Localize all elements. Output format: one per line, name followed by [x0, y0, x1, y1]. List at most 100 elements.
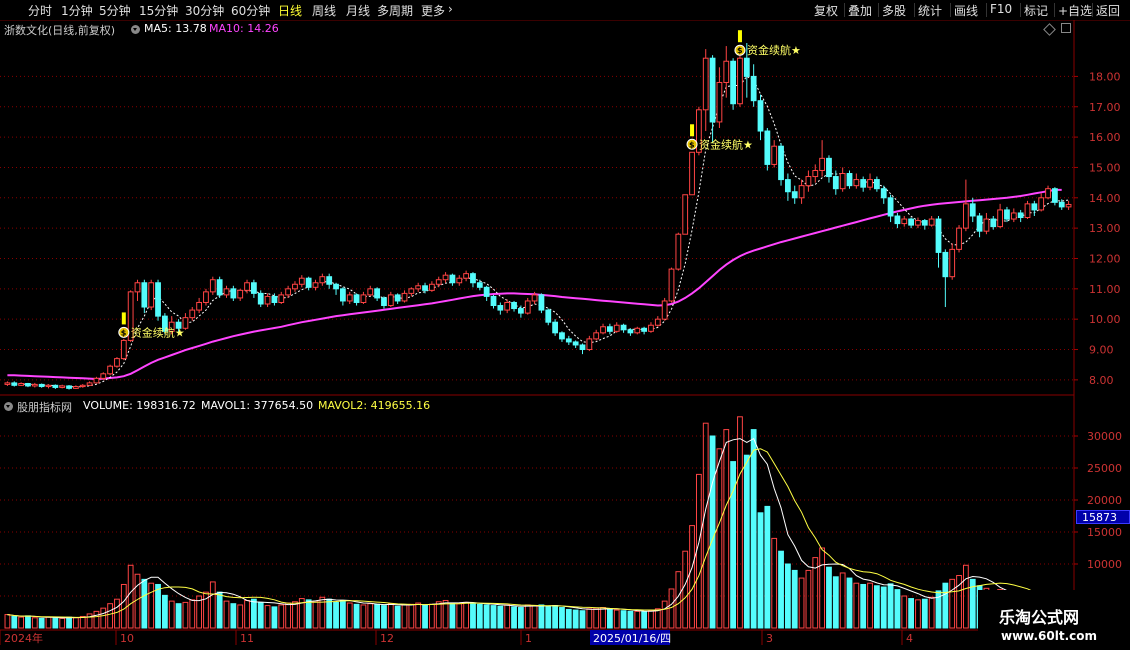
candle-body[interactable]	[798, 185, 805, 199]
candle-body[interactable]	[305, 277, 312, 288]
candle-body[interactable]	[1065, 203, 1072, 208]
candle-body[interactable]	[456, 277, 463, 284]
candle-body[interactable]	[1045, 188, 1051, 199]
candle-body[interactable]	[285, 288, 292, 296]
candle-body[interactable]	[257, 292, 264, 305]
candle-body[interactable]	[894, 215, 901, 225]
candle-body[interactable]	[737, 57, 743, 105]
candle-body[interactable]	[983, 218, 990, 232]
candle-body[interactable]	[956, 227, 962, 250]
candle-body[interactable]	[572, 341, 579, 346]
candle-body[interactable]	[353, 294, 360, 303]
candle-body[interactable]	[339, 288, 346, 302]
candle-body[interactable]	[250, 282, 257, 294]
candle-body[interactable]	[4, 382, 11, 385]
candle-body[interactable]	[134, 282, 141, 293]
candle-body[interactable]	[449, 274, 456, 284]
candle-body[interactable]	[504, 301, 511, 311]
candle-body[interactable]	[333, 283, 339, 290]
candle-body[interactable]	[203, 291, 209, 303]
candle-body[interactable]	[538, 294, 545, 311]
candle-body[interactable]	[1017, 212, 1024, 219]
candle-body[interactable]	[394, 294, 401, 302]
candle-body[interactable]	[86, 382, 93, 386]
candle-body[interactable]	[52, 384, 59, 388]
candle-body[interactable]	[319, 276, 326, 284]
candle-body[interactable]	[189, 309, 196, 319]
candle-body[interactable]	[743, 57, 750, 77]
candle-body[interactable]	[237, 289, 244, 299]
candle-body[interactable]	[600, 326, 606, 334]
candle-body[interactable]	[620, 324, 627, 331]
candle-body[interactable]	[654, 318, 661, 326]
candle-body[interactable]	[771, 145, 778, 165]
candle-body[interactable]	[839, 173, 846, 190]
candle-body[interactable]	[661, 300, 668, 320]
candle-body[interactable]	[1058, 201, 1065, 208]
candle-body[interactable]	[346, 294, 353, 302]
candle-body[interactable]	[107, 365, 114, 375]
candle-body[interactable]	[915, 220, 921, 226]
candle-body[interactable]	[1024, 203, 1031, 219]
candle-body[interactable]	[689, 151, 695, 196]
candle-body[interactable]	[969, 203, 976, 217]
candle-body[interactable]	[435, 279, 442, 285]
candle-body[interactable]	[648, 324, 654, 332]
candle-body[interactable]	[860, 179, 867, 188]
candle-body[interactable]	[552, 321, 559, 334]
candle-body[interactable]	[79, 384, 86, 388]
candle-body[interactable]	[490, 295, 497, 307]
candle-body[interactable]	[1031, 203, 1038, 211]
candle-body[interactable]	[72, 386, 79, 389]
candle-body[interactable]	[832, 176, 839, 190]
candle-body[interactable]	[476, 282, 483, 288]
candle-body[interactable]	[387, 294, 394, 307]
candle-body[interactable]	[545, 309, 552, 323]
candle-body[interactable]	[586, 338, 593, 351]
candle-body[interactable]	[702, 57, 709, 111]
candle-body[interactable]	[271, 295, 278, 303]
candle-body[interactable]	[942, 251, 949, 278]
candle-body[interactable]	[25, 383, 31, 387]
candle-body[interactable]	[716, 81, 723, 123]
candle-body[interactable]	[531, 294, 538, 302]
candle-body[interactable]	[921, 220, 928, 226]
candle-body[interactable]	[846, 173, 853, 187]
candle-body[interactable]	[791, 191, 798, 199]
candle-body[interactable]	[11, 382, 18, 386]
candle-body[interactable]	[230, 288, 237, 299]
candle-body[interactable]	[415, 285, 422, 290]
candle-body[interactable]	[1004, 209, 1010, 220]
candle-body[interactable]	[723, 60, 730, 83]
candle-body[interactable]	[873, 179, 880, 190]
candle-body[interactable]	[45, 384, 52, 388]
candle-body[interactable]	[901, 218, 908, 225]
candle-body[interactable]	[627, 329, 634, 334]
candle-body[interactable]	[962, 203, 969, 229]
candle-body[interactable]	[360, 294, 367, 303]
candle-body[interactable]	[326, 276, 333, 285]
candle-body[interactable]	[120, 339, 127, 360]
candle-body[interactable]	[422, 285, 428, 291]
candle-body[interactable]	[757, 100, 764, 132]
candle-body[interactable]	[819, 157, 826, 171]
kline-chart[interactable]: 18.0017.0016.0015.0014.0013.0012.0011.00…	[0, 0, 1130, 650]
candle-body[interactable]	[292, 283, 298, 290]
candle-body[interactable]	[497, 305, 504, 311]
candle-body[interactable]	[38, 383, 45, 388]
candle-body[interactable]	[997, 209, 1004, 228]
candle-body[interactable]	[730, 60, 737, 105]
candle-body[interactable]	[709, 57, 716, 123]
candle-body[interactable]	[1038, 197, 1045, 211]
candle-body[interactable]	[750, 75, 757, 102]
candle-body[interactable]	[93, 377, 100, 384]
candle-body[interactable]	[66, 385, 72, 389]
candle-body[interactable]	[606, 326, 613, 332]
candle-body[interactable]	[196, 301, 203, 311]
candle-body[interactable]	[668, 268, 675, 302]
candle-body[interactable]	[826, 157, 832, 178]
candle-body[interactable]	[990, 218, 997, 228]
candle-body[interactable]	[928, 218, 935, 226]
candle-body[interactable]	[148, 282, 155, 308]
candle-body[interactable]	[31, 383, 38, 387]
